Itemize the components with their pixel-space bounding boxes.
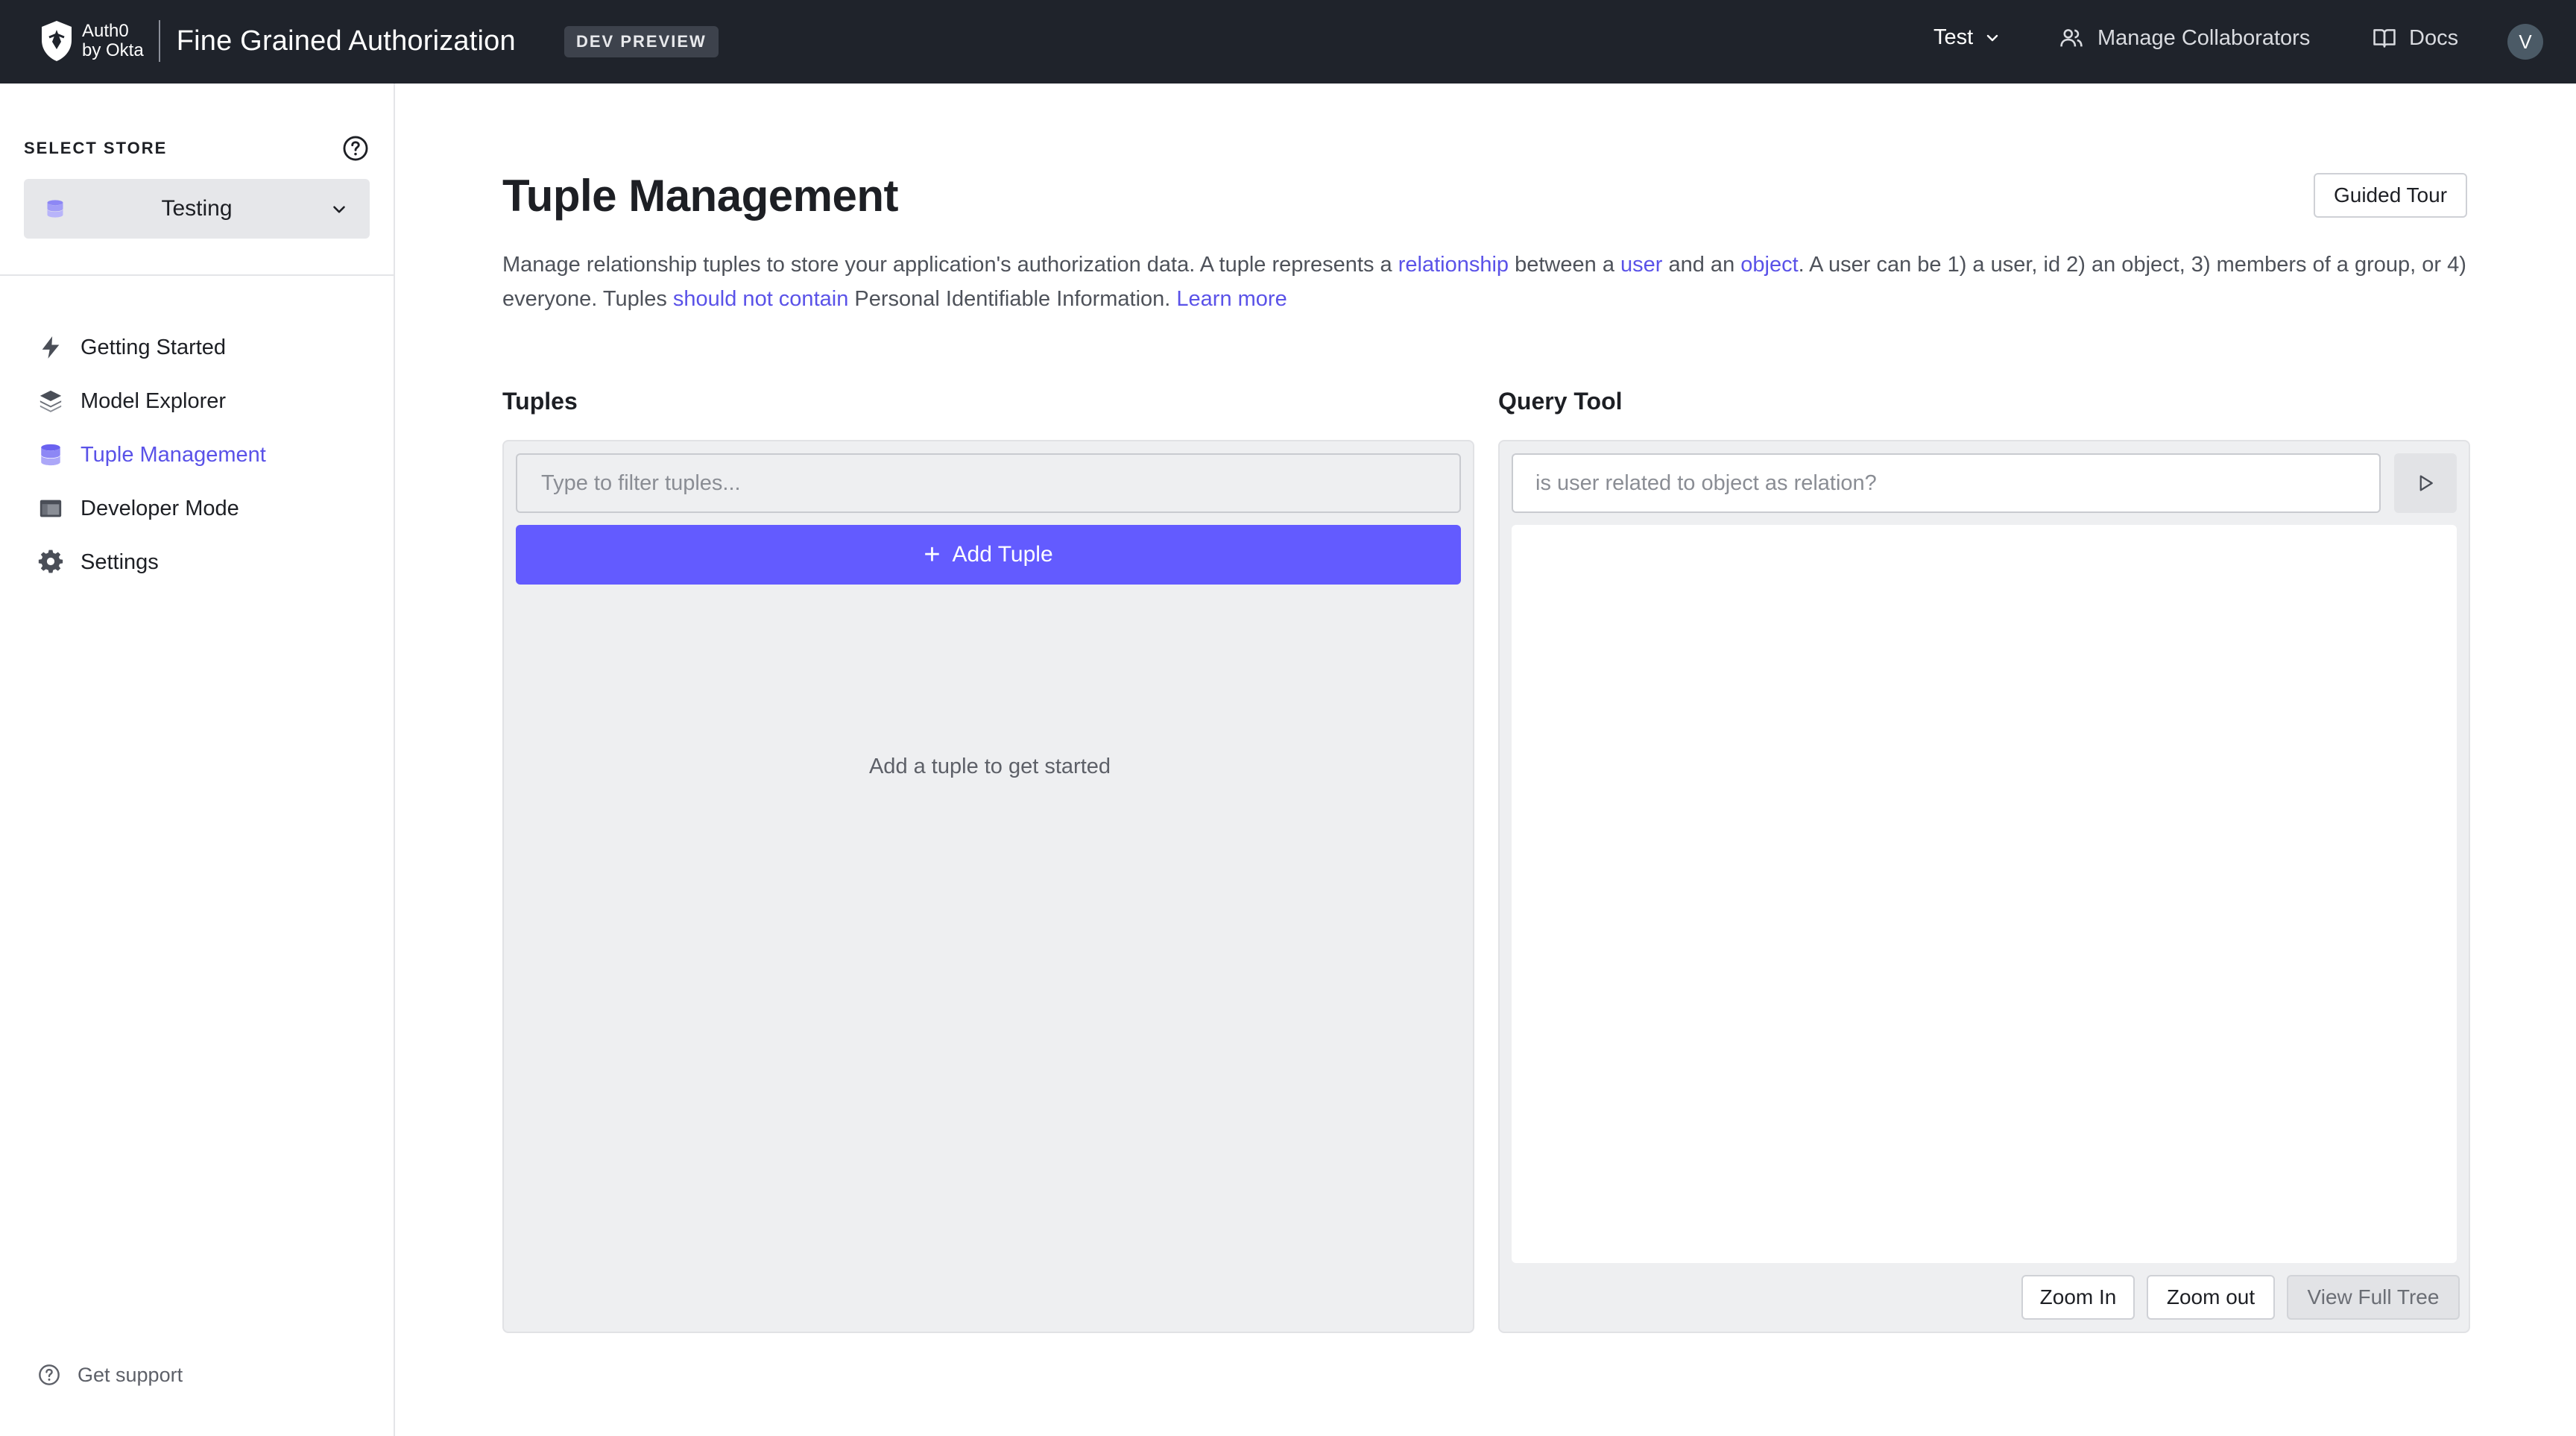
users-icon	[2060, 29, 2083, 47]
user-avatar[interactable]: V	[2507, 24, 2543, 60]
store-select[interactable]: Testing	[24, 179, 370, 239]
manage-collaborators-link[interactable]: Manage Collaborators	[2059, 25, 2310, 51]
query-tool-section-title: Query Tool	[1498, 388, 1623, 415]
sidebar-item-label: Settings	[80, 549, 159, 574]
view-full-tree-button[interactable]: View Full Tree	[2287, 1275, 2460, 1320]
dev-preview-badge: DEV PREVIEW	[564, 26, 719, 57]
sidebar-item-label: Tuple Management	[80, 442, 266, 467]
logo-separator	[158, 20, 160, 62]
top-navbar: Auth0 by Okta Fine Grained Authorization…	[0, 0, 2576, 84]
page-title: Tuple Management	[502, 171, 898, 221]
add-tuple-button[interactable]: + Add Tuple	[516, 525, 1461, 585]
store-name: Testing	[161, 196, 233, 221]
sidebar-item-tuple-management[interactable]: Tuple Management	[36, 428, 266, 482]
docs-label: Docs	[2409, 25, 2459, 50]
tuples-empty-message: Add a tuple to get started	[868, 755, 1111, 778]
docs-link[interactable]: Docs	[2372, 25, 2458, 51]
sidebar-divider	[0, 274, 394, 276]
run-query-button[interactable]	[2394, 453, 2457, 513]
tuples-section-title: Tuples	[502, 388, 578, 415]
book-icon	[2373, 29, 2396, 48]
sidebar-menu: Getting Started Model Explorer Tuple Man…	[36, 321, 266, 589]
learn-more-link[interactable]: Learn more	[1176, 287, 1287, 311]
query-tree-canvas[interactable]	[1512, 525, 2457, 1263]
sidebar-item-settings[interactable]: Settings	[36, 535, 266, 589]
query-input[interactable]	[1512, 453, 2381, 513]
lightning-icon	[36, 333, 66, 362]
manage-collaborators-label: Manage Collaborators	[2097, 25, 2311, 50]
sidebar: SELECT STORE Testing Getting Started Mod…	[0, 84, 395, 1436]
database-icon	[36, 440, 66, 470]
zoom-in-button[interactable]: Zoom In	[2021, 1275, 2135, 1320]
sidebar-item-developer-mode[interactable]: Developer Mode	[36, 482, 266, 535]
relationship-link[interactable]: relationship	[1398, 253, 1509, 277]
tenant-name: Test	[1933, 25, 1974, 49]
sidebar-item-label: Developer Mode	[80, 496, 239, 520]
chevron-down-icon	[333, 206, 345, 213]
object-link[interactable]: object	[1740, 253, 1798, 277]
page-description: Manage relationship tuples to store your…	[502, 253, 2466, 311]
tenant-selector[interactable]: Test	[1933, 25, 2001, 50]
chevron-down-icon	[1986, 34, 1998, 41]
logo-line-2: by Okta	[82, 40, 144, 60]
auth0-logo[interactable]: Auth0 by Okta Fine Grained Authorization	[39, 19, 516, 63]
sidebar-item-label: Model Explorer	[80, 388, 227, 413]
user-link[interactable]: user	[1620, 253, 1662, 277]
sidebar-item-getting-started[interactable]: Getting Started	[36, 321, 266, 374]
sidebar-item-label: Getting Started	[80, 335, 227, 359]
window-icon	[36, 494, 66, 523]
gear-icon	[36, 547, 66, 577]
logo-line-1: Auth0	[82, 21, 129, 41]
should-not-contain-link[interactable]: should not contain	[673, 287, 848, 311]
help-circle-icon[interactable]	[341, 134, 370, 163]
tuple-filter-input[interactable]	[516, 453, 1461, 513]
get-support-label: Get support	[78, 1363, 183, 1386]
play-icon	[2419, 475, 2433, 491]
auth0-shield-icon	[42, 21, 72, 61]
query-tool-panel: Zoom In Zoom out View Full Tree	[1498, 440, 2470, 1333]
add-tuple-label: Add Tuple	[952, 542, 1053, 567]
product-name: Fine Grained Authorization	[176, 25, 516, 57]
zoom-out-button[interactable]: Zoom out	[2147, 1275, 2275, 1320]
plus-icon: +	[924, 539, 941, 570]
guided-tour-button[interactable]: Guided Tour	[2314, 173, 2467, 218]
get-support-link[interactable]: Get support	[37, 1363, 183, 1387]
select-store-label: SELECT STORE	[24, 139, 168, 157]
help-circle-icon	[39, 1364, 60, 1385]
tuples-panel: + Add Tuple Add a tuple to get started	[502, 440, 1474, 1333]
sidebar-item-model-explorer[interactable]: Model Explorer	[36, 374, 266, 428]
layers-icon	[36, 386, 66, 416]
